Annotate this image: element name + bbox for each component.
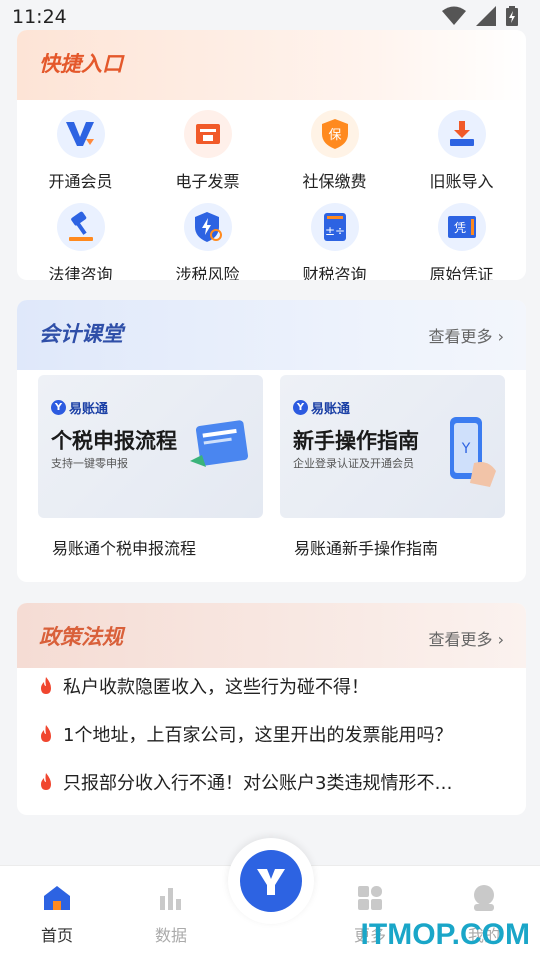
quick-item-label: 开通会员 [48, 172, 113, 191]
status-time: 11:24 [12, 6, 67, 28]
thumb-subtitle: 支持一键零申报 [51, 457, 128, 470]
policy-more-link[interactable]: 查看更多 › [428, 626, 504, 650]
vip-icon [56, 110, 105, 158]
quick-item-label: 涉税风险 [175, 265, 240, 280]
policy-item-text: 1个地址，上百家公司，这里开出的发票能用吗？ [63, 725, 453, 746]
quick-item-legal[interactable]: 法律咨询 [17, 203, 144, 280]
thumb-title: 新手操作指南 [293, 429, 419, 453]
course-header: 会计课堂 查看更多 › [17, 300, 526, 370]
fire-icon [41, 677, 51, 694]
svg-text:凭: 凭 [453, 220, 465, 235]
quick-item-label: 电子发票 [175, 172, 240, 191]
logo-icon: Y [51, 400, 66, 415]
wifi-icon [442, 6, 466, 25]
course-caption: 易账通个税申报流程 [52, 539, 197, 558]
policy-item-text: 只报部分收入行不通！对公账户3类违规情形不… [63, 773, 453, 794]
chevron-right-icon: › [497, 630, 504, 649]
more-label: 查看更多 [428, 327, 493, 346]
quick-item-tax-risk[interactable]: 涉税风险 [144, 203, 271, 280]
course-item-tax-declare[interactable]: Y 易账通 个税申报流程 支持一键零申报 易账通个税申报流程 [38, 375, 263, 559]
chevron-right-icon: › [497, 327, 504, 346]
quick-item-voucher[interactable]: 凭 原始凭证 [398, 203, 525, 280]
svg-text:保: 保 [328, 128, 341, 143]
grid-icon [358, 886, 382, 910]
quick-item-label: 财税咨询 [302, 265, 367, 280]
tab-data[interactable]: 数据 [131, 884, 211, 946]
chart-icon [160, 888, 181, 910]
quick-item-invoice[interactable]: 电子发票 [144, 110, 271, 192]
tab-home[interactable]: 首页 [17, 884, 97, 946]
center-action-button[interactable] [228, 838, 314, 924]
more-label: 查看更多 [428, 630, 493, 649]
social-security-icon: 保 [310, 110, 359, 158]
fire-icon [41, 725, 51, 742]
quick-item-label: 旧账导入 [429, 172, 494, 191]
quick-item-label: 社保缴费 [302, 172, 367, 191]
quick-item-import[interactable]: 旧账导入 [398, 110, 525, 192]
battery-icon [506, 6, 518, 26]
quick-item-vip[interactable]: 开通会员 [17, 110, 144, 192]
logo-icon: Y [293, 400, 308, 415]
import-icon [437, 110, 486, 158]
quick-entry-title: 快捷入口 [39, 52, 123, 76]
calculator-icon: ±÷ [310, 203, 359, 251]
svg-text:Y: Y [461, 441, 471, 457]
gavel-icon [56, 203, 105, 251]
policy-item[interactable]: 1个地址，上百家公司，这里开出的发票能用吗？ [39, 721, 509, 747]
policy-card: 政策法规 查看更多 › 私户收款隐匿收入，这些行为碰不得！ 1个地址，上百家公司… [17, 603, 526, 815]
thumb-logo: Y 易账通 [293, 398, 350, 417]
status-icons [442, 6, 518, 26]
svg-text:±÷: ±÷ [324, 224, 344, 238]
quick-item-social-security[interactable]: 保 社保缴费 [271, 110, 398, 192]
course-thumbnail: Y 易账通 新手操作指南 企业登录认证及开通会员 Y [280, 375, 505, 518]
policy-item[interactable]: 私户收款隐匿收入，这些行为碰不得！ [39, 673, 509, 699]
course-title: 会计课堂 [39, 322, 123, 346]
tab-label: 首页 [40, 926, 73, 945]
course-card: 会计课堂 查看更多 › Y 易账通 个税申报流程 支持一键零申报 易账通个税申报流… [17, 300, 526, 582]
app-logo-icon [240, 850, 302, 912]
phone-illustration-icon: Y [450, 417, 496, 487]
thumb-title: 个税申报流程 [51, 429, 177, 453]
quick-item-finance-consult[interactable]: ±÷ 财税咨询 [271, 203, 398, 280]
profile-icon [474, 885, 494, 911]
course-item-beginner-guide[interactable]: Y 易账通 新手操作指南 企业登录认证及开通会员 Y 易账通新手操作指南 [280, 375, 505, 559]
policy-title: 政策法规 [39, 625, 123, 649]
policy-header: 政策法规 查看更多 › [17, 603, 526, 668]
watermark: ITMOP.COM [360, 918, 530, 951]
thumb-logo-label: 易账通 [69, 402, 109, 417]
voucher-icon: 凭 [437, 203, 486, 251]
quick-entry-header: 快捷入口 [17, 30, 526, 100]
thumb-subtitle: 企业登录认证及开通会员 [293, 457, 414, 470]
course-more-link[interactable]: 查看更多 › [428, 323, 504, 347]
tab-label: 数据 [154, 926, 187, 945]
course-caption: 易账通新手操作指南 [294, 539, 439, 558]
fire-icon [41, 773, 51, 790]
policy-item[interactable]: 只报部分收入行不通！对公账户3类违规情形不… [39, 769, 509, 795]
status-bar: 11:24 [0, 0, 540, 34]
policy-item-text: 私户收款隐匿收入，这些行为碰不得！ [63, 677, 369, 698]
course-thumbnail: Y 易账通 个税申报流程 支持一键零申报 [38, 375, 263, 518]
thumb-logo: Y 易账通 [51, 398, 108, 417]
tax-risk-icon [183, 203, 232, 251]
quick-item-label: 原始凭证 [429, 265, 494, 280]
thumb-logo-label: 易账通 [311, 402, 351, 417]
document-illustration-icon [190, 420, 249, 467]
quick-item-label: 法律咨询 [48, 265, 113, 280]
signal-icon [476, 6, 496, 26]
invoice-icon [183, 110, 232, 158]
home-icon [44, 886, 70, 910]
quick-entry-card: 快捷入口 开通会员 电子发票 保 社保缴费 旧账导入 法律咨询 涉税风险 ±÷ … [17, 30, 526, 280]
